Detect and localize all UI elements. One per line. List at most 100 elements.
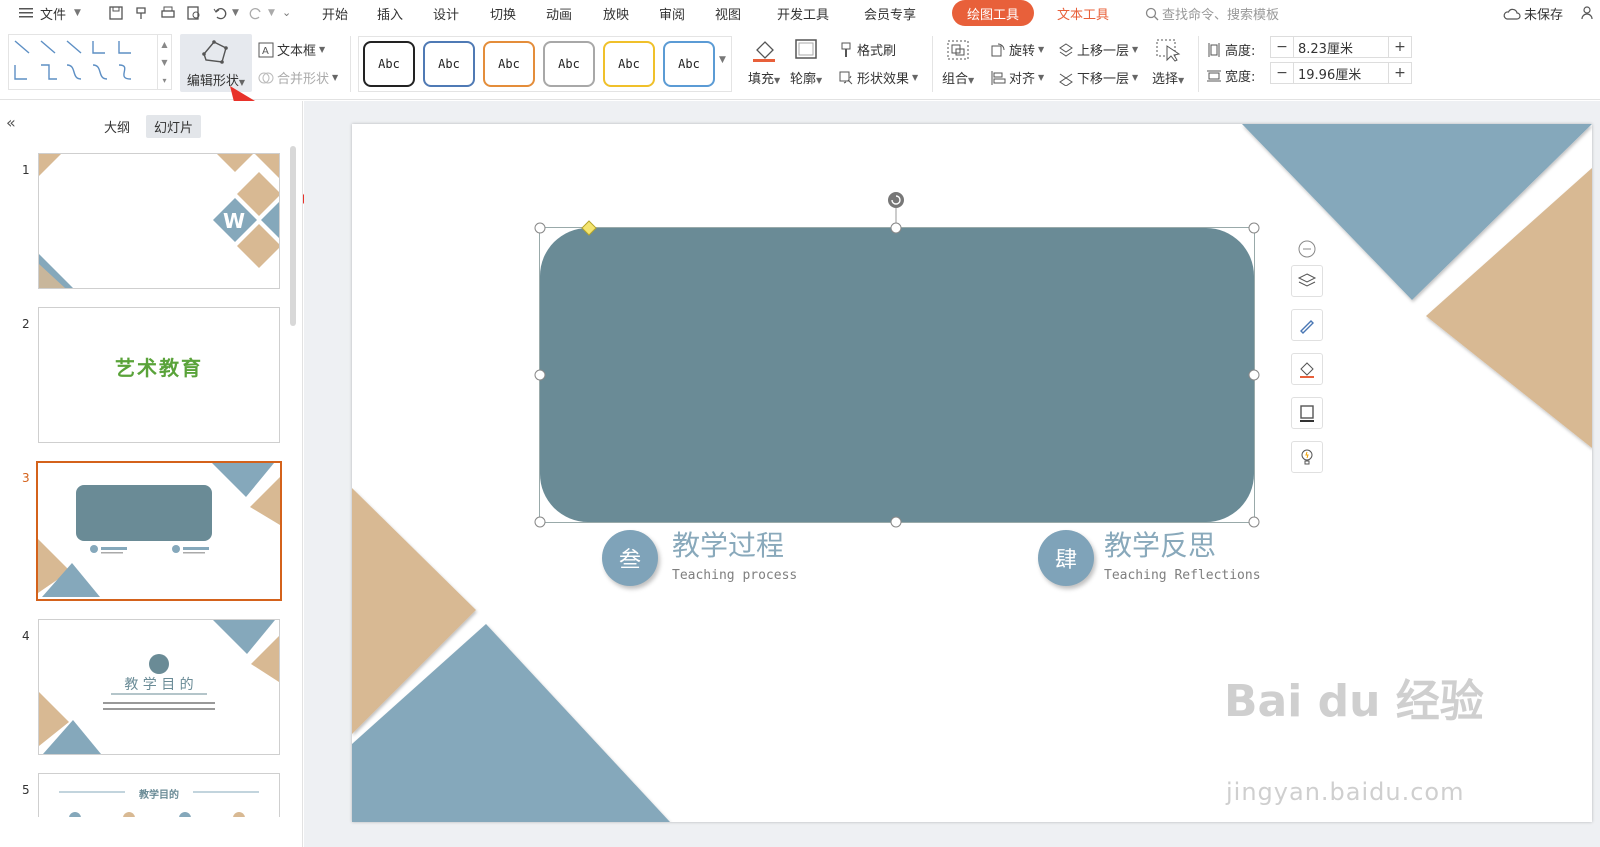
layers-icon[interactable] bbox=[1291, 265, 1323, 297]
text-box-button[interactable]: A 文本框 ▼ bbox=[258, 40, 325, 59]
tab-member[interactable]: 会员专享 bbox=[864, 4, 916, 23]
tab-drawing-tools[interactable]: 绘图工具 bbox=[952, 0, 1034, 26]
rotate-button[interactable]: 旋转 ▼ bbox=[990, 40, 1044, 59]
tab-slideshow[interactable]: 放映 bbox=[603, 4, 629, 23]
user-add-icon[interactable] bbox=[1578, 3, 1598, 23]
undo-chevron-down-icon[interactable]: ▼ bbox=[232, 8, 239, 18]
width-decrease-button[interactable]: − bbox=[1271, 65, 1293, 81]
file-menu[interactable]: 文件 bbox=[40, 4, 66, 23]
svg-text:A: A bbox=[262, 46, 269, 57]
line-shapes-icon bbox=[14, 40, 132, 80]
command-search[interactable]: 查找命令、搜索模板 bbox=[1145, 4, 1279, 23]
shape-style-6[interactable]: Abc bbox=[663, 41, 715, 87]
shape-style-gallery: Abc Abc Abc Abc Abc Abc ▼ bbox=[358, 36, 732, 92]
width-icon bbox=[1207, 70, 1221, 81]
redo-chevron-down-icon[interactable]: ▼ bbox=[268, 8, 275, 18]
outline-color-icon[interactable] bbox=[1291, 397, 1323, 429]
tab-slides[interactable]: 幻灯片 bbox=[146, 115, 202, 138]
bring-forward-button[interactable]: 上移一层 ▼ bbox=[1058, 40, 1138, 59]
brush-icon bbox=[841, 42, 851, 57]
menu-bar: 文件 ▼ ▼ ▼ ⌄ 开始 插入 设计 切换 动画 放映 审阅 视图 开发工具 … bbox=[0, 0, 1600, 26]
panel-scrollbar[interactable] bbox=[290, 146, 296, 326]
customize-quick-access-icon[interactable]: ⌄ bbox=[282, 6, 291, 19]
print-preview-icon[interactable] bbox=[184, 3, 204, 23]
slide-number: 1 bbox=[22, 163, 30, 177]
redo-icon[interactable] bbox=[246, 3, 266, 23]
shape-style-1[interactable]: Abc bbox=[363, 41, 415, 87]
fill-color-icon[interactable] bbox=[1291, 353, 1323, 385]
tab-animation[interactable]: 动画 bbox=[546, 4, 572, 23]
slide-thumbnail-1[interactable]: W bbox=[38, 153, 280, 289]
tab-insert[interactable]: 插入 bbox=[377, 4, 403, 23]
tab-start[interactable]: 开始 bbox=[322, 4, 348, 23]
shape-style-5[interactable]: Abc bbox=[603, 41, 655, 87]
tab-developer[interactable]: 开发工具 bbox=[777, 4, 829, 23]
tab-design[interactable]: 设计 bbox=[433, 4, 459, 23]
undo-icon[interactable] bbox=[210, 3, 230, 23]
tab-view[interactable]: 视图 bbox=[715, 4, 741, 23]
outline-button[interactable]: 轮廓▼ bbox=[790, 38, 822, 87]
slide-thumbnail-5[interactable]: 教学目的 bbox=[38, 773, 280, 817]
slide-thumbnail-4[interactable]: 教 学 目 的 bbox=[38, 619, 280, 755]
watermark-logo: Bai du 经验 bbox=[1224, 676, 1484, 727]
item-4-subtitle: Teaching Reflections bbox=[1104, 568, 1261, 583]
edit-shape-icon bbox=[202, 40, 228, 64]
slide-4-title: 教 学 目 的 bbox=[124, 677, 194, 693]
height-label: 高度: bbox=[1206, 40, 1255, 59]
send-backward-icon bbox=[1059, 73, 1073, 86]
slide-thumbnail-3[interactable] bbox=[36, 461, 282, 601]
select-cursor-icon bbox=[1156, 39, 1181, 62]
watermark-url: jingyan.baidu.com bbox=[1226, 778, 1465, 806]
width-label: 宽度: bbox=[1206, 66, 1255, 85]
collapse-toolbar-icon[interactable] bbox=[1291, 233, 1323, 265]
style-brush-icon[interactable] bbox=[1291, 309, 1323, 341]
gallery-scroll[interactable]: ▲ ▼ ▾ bbox=[157, 35, 171, 89]
width-input[interactable]: 19.96厘米 bbox=[1293, 63, 1389, 83]
align-button[interactable]: 对齐 ▼ bbox=[990, 68, 1044, 87]
height-increase-button[interactable]: + bbox=[1389, 39, 1411, 55]
tab-transition[interactable]: 切换 bbox=[490, 4, 516, 23]
fill-button[interactable]: 填充▼ bbox=[748, 38, 780, 87]
tab-text-tools[interactable]: 文本工具 bbox=[1057, 4, 1109, 23]
height-stepper[interactable]: − 8.23厘米 + bbox=[1270, 36, 1412, 58]
slide-5-preview bbox=[59, 791, 259, 817]
width-stepper[interactable]: − 19.96厘米 + bbox=[1270, 62, 1412, 84]
selected-rounded-rectangle[interactable] bbox=[530, 190, 1260, 538]
height-decrease-button[interactable]: − bbox=[1271, 39, 1293, 55]
shape-style-2[interactable]: Abc bbox=[423, 41, 475, 87]
item-4-badge: 肆 bbox=[1038, 530, 1094, 586]
item-3-subtitle: Teaching process bbox=[672, 568, 798, 583]
select-button[interactable]: 选择▼ bbox=[1152, 38, 1184, 87]
slide-2-title: 艺术教育 bbox=[115, 356, 203, 380]
height-input[interactable]: 8.23厘米 bbox=[1293, 37, 1389, 57]
file-chevron-down-icon[interactable]: ▼ bbox=[74, 8, 81, 18]
slide-3-preview bbox=[38, 463, 280, 597]
tab-outline[interactable]: 大纲 bbox=[96, 115, 138, 138]
cloud-icon bbox=[1503, 8, 1521, 20]
hamburger-icon[interactable] bbox=[16, 3, 36, 23]
slide-thumbnail-2[interactable]: 艺术教育 bbox=[38, 307, 280, 443]
search-icon bbox=[1145, 7, 1159, 20]
format-painter-button[interactable]: 格式刷 bbox=[838, 40, 896, 59]
style-gallery-more-icon[interactable]: ▼ bbox=[719, 55, 726, 65]
send-backward-button[interactable]: 下移一层 ▼ bbox=[1058, 68, 1138, 87]
svg-text:W: W bbox=[223, 209, 245, 233]
text-box-icon: A bbox=[258, 42, 274, 57]
tab-review[interactable]: 审阅 bbox=[659, 4, 685, 23]
save-icon[interactable] bbox=[106, 3, 126, 23]
shape-effects-button[interactable]: 形状效果 ▼ bbox=[838, 68, 918, 87]
group-button[interactable]: 组合▼ bbox=[942, 38, 974, 87]
slide-number: 4 bbox=[22, 629, 30, 643]
format-painter-quick-icon[interactable] bbox=[132, 3, 152, 23]
shape-style-4[interactable]: Abc bbox=[543, 41, 595, 87]
item-3-badge: 叁 bbox=[602, 530, 658, 586]
shape-style-3[interactable]: Abc bbox=[483, 41, 535, 87]
slide-number: 3 bbox=[22, 471, 30, 485]
rotate-icon bbox=[991, 43, 1005, 56]
shape-effect-bulb-icon[interactable] bbox=[1291, 441, 1323, 473]
print-icon[interactable] bbox=[158, 3, 178, 23]
unsaved-status[interactable]: 未保存 bbox=[1503, 4, 1563, 23]
collapse-panel-icon[interactable]: « bbox=[6, 113, 16, 132]
width-increase-button[interactable]: + bbox=[1389, 65, 1411, 81]
lines-gallery[interactable]: ▲ ▼ ▾ bbox=[8, 34, 172, 90]
